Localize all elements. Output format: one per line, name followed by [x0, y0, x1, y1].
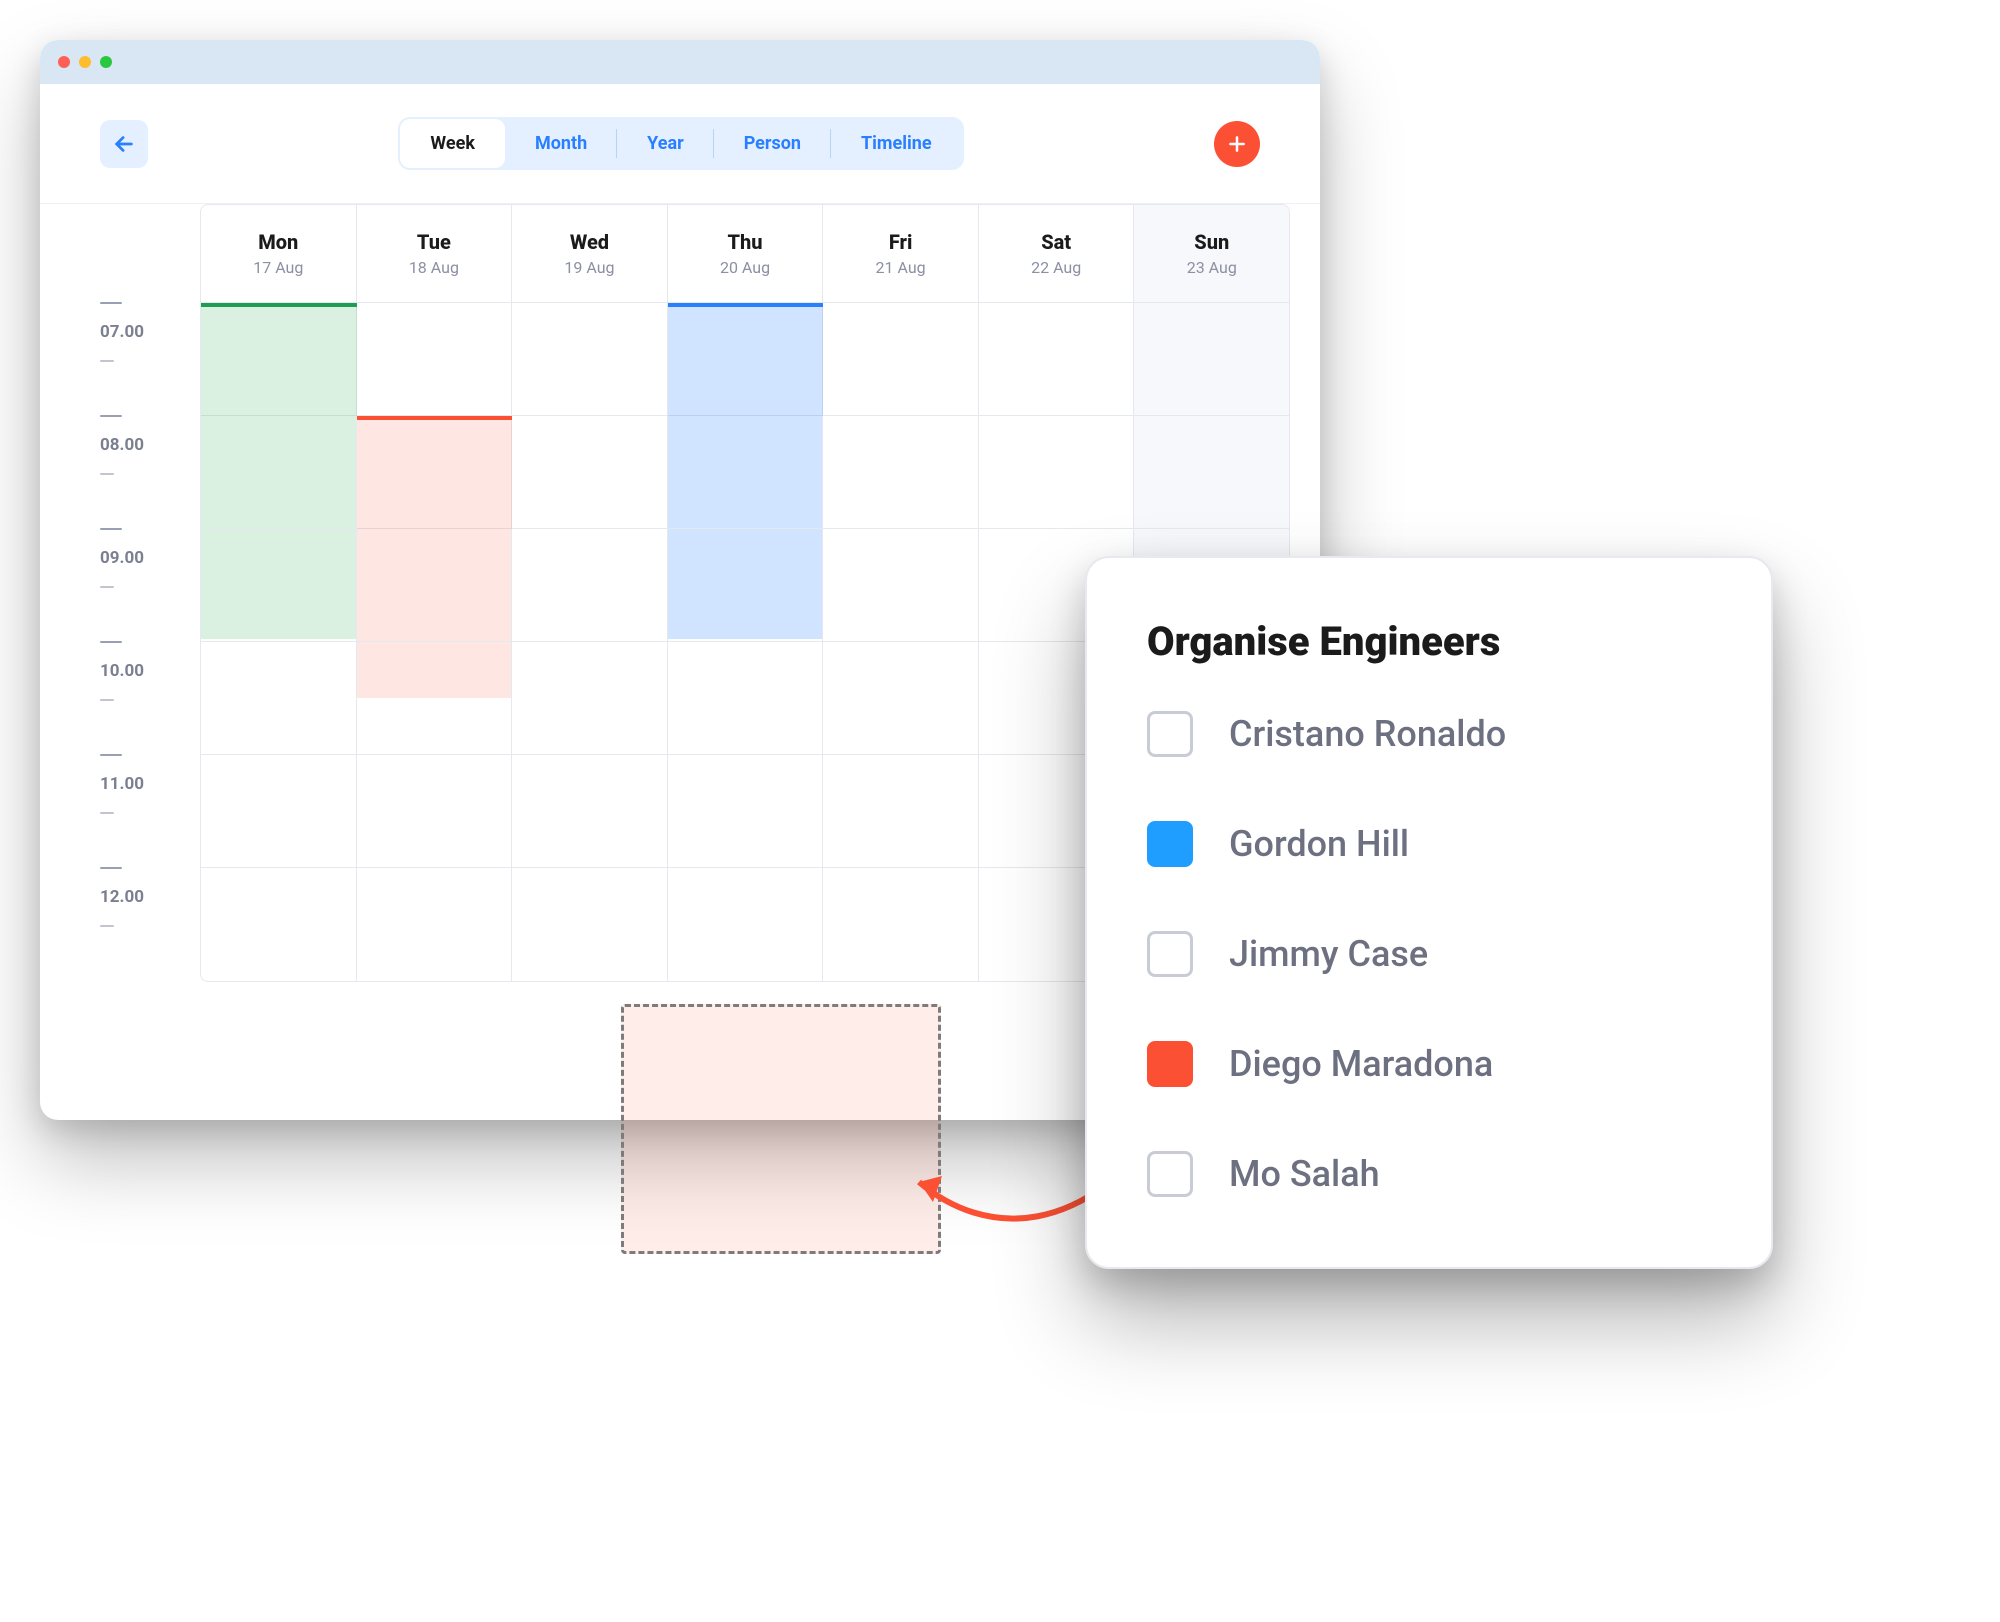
- engineer-name: Jimmy Case: [1229, 933, 1428, 975]
- maximize-window-button[interactable]: [100, 56, 112, 68]
- time-label: 09.00: [100, 548, 172, 568]
- calendar-cell[interactable]: [201, 642, 357, 755]
- calendar-cell[interactable]: [357, 755, 513, 868]
- minimize-window-button[interactable]: [79, 56, 91, 68]
- calendar-cell[interactable]: [201, 529, 357, 642]
- toolbar: Week Month Year Person Timeline: [40, 84, 1320, 204]
- calendar-cell[interactable]: [823, 416, 979, 529]
- calendar-cell[interactable]: [979, 416, 1135, 529]
- view-timeline-tab[interactable]: Timeline: [831, 119, 962, 168]
- time-label: 12.00: [100, 887, 172, 907]
- calendar-cell[interactable]: [512, 529, 668, 642]
- time-label: 08.00: [100, 435, 172, 455]
- time-label: 07.00: [100, 322, 172, 342]
- calendar-cell[interactable]: [512, 303, 668, 416]
- calendar-cell[interactable]: [357, 642, 513, 755]
- calendar-cell[interactable]: [668, 642, 824, 755]
- day-date: 21 Aug: [876, 258, 926, 277]
- calendar-cell[interactable]: [201, 416, 357, 529]
- day-date: 20 Aug: [720, 258, 770, 277]
- calendar-cell[interactable]: [823, 303, 979, 416]
- day-date: 19 Aug: [564, 258, 614, 277]
- view-year-tab[interactable]: Year: [617, 119, 714, 168]
- plus-icon: [1227, 134, 1247, 154]
- calendar-cell[interactable]: [823, 529, 979, 642]
- panel-title: Organise Engineers: [1147, 618, 1711, 665]
- calendar-cell[interactable]: [1134, 416, 1289, 529]
- calendar-cell[interactable]: [512, 416, 668, 529]
- engineer-name: Gordon Hill: [1229, 823, 1409, 865]
- day-date: 17 Aug: [253, 258, 303, 277]
- drag-drop-target[interactable]: [621, 1004, 941, 1254]
- day-header: Sun 23 Aug: [1134, 205, 1289, 303]
- engineer-checkbox[interactable]: [1147, 711, 1193, 757]
- engineer-name: Mo Salah: [1229, 1153, 1380, 1195]
- engineer-checkbox[interactable]: [1147, 821, 1193, 867]
- engineer-row[interactable]: Gordon Hill: [1147, 821, 1711, 867]
- engineer-checkbox[interactable]: [1147, 1041, 1193, 1087]
- engineer-row[interactable]: Cristano Ronaldo: [1147, 711, 1711, 757]
- calendar-cell[interactable]: [357, 416, 513, 529]
- arrow-left-icon: [113, 133, 135, 155]
- calendar-cell[interactable]: [201, 868, 357, 981]
- view-segmented-control: Week Month Year Person Timeline: [398, 117, 963, 170]
- calendar-cell[interactable]: [357, 868, 513, 981]
- day-header: Mon 17 Aug: [201, 205, 357, 303]
- organise-engineers-panel: Organise Engineers Cristano Ronaldo Gord…: [1085, 556, 1773, 1269]
- day-header: Wed 19 Aug: [512, 205, 668, 303]
- day-header: Sat 22 Aug: [979, 205, 1135, 303]
- calendar-cell[interactable]: [357, 303, 513, 416]
- day-name: Thu: [728, 230, 763, 254]
- calendar-cell[interactable]: [668, 868, 824, 981]
- day-date: 22 Aug: [1031, 258, 1081, 277]
- calendar-cell[interactable]: [668, 416, 824, 529]
- day-name: Sun: [1194, 230, 1229, 254]
- calendar-cell[interactable]: [668, 755, 824, 868]
- time-gutter: 07.00 08.00 09.00 10.00 11.00: [100, 302, 172, 980]
- calendar-cell[interactable]: [823, 868, 979, 981]
- titlebar: [40, 40, 1320, 84]
- calendar-cell[interactable]: [1134, 303, 1289, 416]
- back-button[interactable]: [100, 120, 148, 168]
- calendar-cell[interactable]: [201, 303, 357, 416]
- close-window-button[interactable]: [58, 56, 70, 68]
- calendar-cell[interactable]: [201, 755, 357, 868]
- day-name: Sat: [1041, 230, 1071, 254]
- day-header: Thu 20 Aug: [668, 205, 824, 303]
- calendar-cell[interactable]: [668, 303, 824, 416]
- engineer-name: Cristano Ronaldo: [1229, 713, 1506, 755]
- time-label: 11.00: [100, 774, 172, 794]
- view-week-tab[interactable]: Week: [400, 119, 505, 168]
- day-date: 18 Aug: [409, 258, 459, 277]
- engineer-checkbox[interactable]: [1147, 931, 1193, 977]
- calendar-cell[interactable]: [512, 755, 668, 868]
- time-label: 10.00: [100, 661, 172, 681]
- day-header: Tue 18 Aug: [357, 205, 513, 303]
- calendar-cell[interactable]: [823, 755, 979, 868]
- day-name: Fri: [889, 230, 913, 254]
- calendar-cell[interactable]: [668, 529, 824, 642]
- day-date: 23 Aug: [1187, 258, 1237, 277]
- calendar-cell[interactable]: [512, 642, 668, 755]
- engineer-row[interactable]: Jimmy Case: [1147, 931, 1711, 977]
- engineer-list: Cristano Ronaldo Gordon Hill Jimmy Case …: [1147, 711, 1711, 1197]
- view-person-tab[interactable]: Person: [714, 119, 831, 168]
- engineer-row[interactable]: Diego Maradona: [1147, 1041, 1711, 1087]
- calendar-cell[interactable]: [979, 303, 1135, 416]
- add-button[interactable]: [1214, 121, 1260, 167]
- engineer-name: Diego Maradona: [1229, 1043, 1493, 1085]
- calendar-cell[interactable]: [512, 868, 668, 981]
- calendar-cell[interactable]: [823, 642, 979, 755]
- day-name: Tue: [417, 230, 451, 254]
- day-name: Wed: [570, 230, 609, 254]
- view-month-tab[interactable]: Month: [505, 119, 617, 168]
- day-header: Fri 21 Aug: [823, 205, 979, 303]
- engineer-checkbox[interactable]: [1147, 1151, 1193, 1197]
- day-name: Mon: [258, 230, 298, 254]
- engineer-row[interactable]: Mo Salah: [1147, 1151, 1711, 1197]
- calendar-cell[interactable]: [357, 529, 513, 642]
